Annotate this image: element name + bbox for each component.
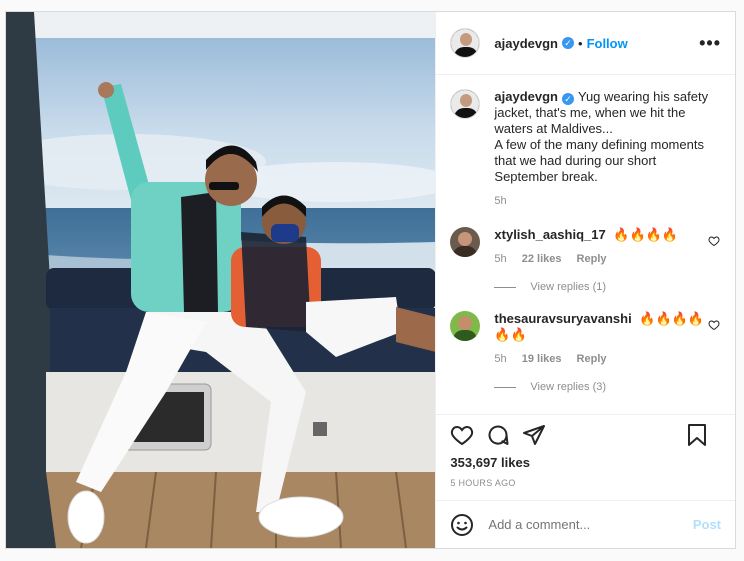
post-timestamp[interactable]: 5 HOURS AGO bbox=[436, 470, 735, 488]
caption: ajaydevgn ✓ Yug wearing his safety jacket,… bbox=[450, 89, 721, 209]
bookmark-icon[interactable] bbox=[685, 423, 709, 447]
follow-button[interactable]: Follow bbox=[587, 36, 628, 51]
comment-username[interactable]: thesauravsuryavanshi bbox=[494, 311, 631, 326]
comment-text: 🔥🔥🔥🔥 bbox=[613, 227, 679, 242]
comment-body: thesauravsuryavanshi 🔥🔥🔥🔥🔥🔥 5h 19 likes … bbox=[494, 311, 707, 367]
caption-meta: 5h bbox=[494, 193, 721, 209]
more-options-icon[interactable]: ••• bbox=[699, 33, 721, 54]
likes-count[interactable]: 353,697 likes bbox=[436, 455, 735, 470]
comment-age[interactable]: 5h bbox=[494, 253, 506, 265]
commenter-avatar[interactable] bbox=[450, 311, 481, 341]
instagram-post: ajaydevgn ✓ • Follow ••• ajaydevgn ✓ Yug w… bbox=[5, 11, 736, 549]
comment-meta: 5h 22 likes Reply bbox=[494, 251, 707, 267]
comment-item: xtylish_aashiq_17 🔥🔥🔥🔥 5h 22 likes Reply bbox=[450, 227, 721, 267]
caption-line-2: A few of the many defining moments that … bbox=[494, 137, 704, 184]
post-photo[interactable] bbox=[6, 12, 436, 548]
comments-section[interactable]: ajaydevgn ✓ Yug wearing his safety jacket,… bbox=[436, 75, 735, 415]
post-comment-button[interactable]: Post bbox=[693, 517, 721, 532]
reply-button[interactable]: Reply bbox=[577, 253, 607, 265]
smiley-icon[interactable] bbox=[450, 513, 474, 537]
reply-button[interactable]: Reply bbox=[577, 353, 607, 365]
paper-plane-icon[interactable] bbox=[522, 423, 546, 447]
comment-meta: 5h 19 likes Reply bbox=[494, 351, 707, 367]
post-header: ajaydevgn ✓ • Follow ••• bbox=[436, 12, 735, 75]
view-replies-button[interactable]: View replies (1) bbox=[494, 281, 721, 293]
heart-icon[interactable] bbox=[450, 423, 474, 447]
author-avatar[interactable] bbox=[450, 28, 481, 58]
verified-badge-icon: ✓ bbox=[562, 37, 574, 49]
comment-body: xtylish_aashiq_17 🔥🔥🔥🔥 5h 22 likes Reply bbox=[494, 227, 707, 267]
comment-item: thesauravsuryavanshi 🔥🔥🔥🔥🔥🔥 5h 19 likes … bbox=[450, 311, 721, 367]
comment-username[interactable]: xtylish_aashiq_17 bbox=[494, 227, 605, 242]
header-separator: • bbox=[578, 35, 583, 51]
caption-text: ajaydevgn ✓ Yug wearing his safety jacket,… bbox=[494, 89, 721, 209]
comment-heart-icon[interactable] bbox=[707, 235, 721, 247]
add-comment-bar: Post bbox=[436, 500, 735, 548]
comment-bubble-icon[interactable] bbox=[486, 423, 510, 447]
caption-author-avatar[interactable] bbox=[450, 89, 481, 119]
author-username[interactable]: ajaydevgn bbox=[494, 36, 558, 51]
verified-badge-icon: ✓ bbox=[562, 93, 574, 105]
caption-age[interactable]: 5h bbox=[494, 195, 506, 207]
post-actions bbox=[436, 415, 735, 455]
comment-likes[interactable]: 22 likes bbox=[522, 253, 562, 265]
comment-input[interactable] bbox=[488, 517, 693, 532]
comment-heart-icon[interactable] bbox=[707, 319, 721, 331]
comment-likes[interactable]: 19 likes bbox=[522, 353, 562, 365]
caption-author[interactable]: ajaydevgn bbox=[494, 89, 558, 104]
view-replies-button[interactable]: View replies (3) bbox=[494, 381, 721, 393]
boat-photo-illustration bbox=[6, 12, 436, 548]
post-side-panel: ajaydevgn ✓ • Follow ••• ajaydevgn ✓ Yug w… bbox=[435, 12, 735, 548]
commenter-avatar[interactable] bbox=[450, 227, 481, 257]
comment-age[interactable]: 5h bbox=[494, 353, 506, 365]
